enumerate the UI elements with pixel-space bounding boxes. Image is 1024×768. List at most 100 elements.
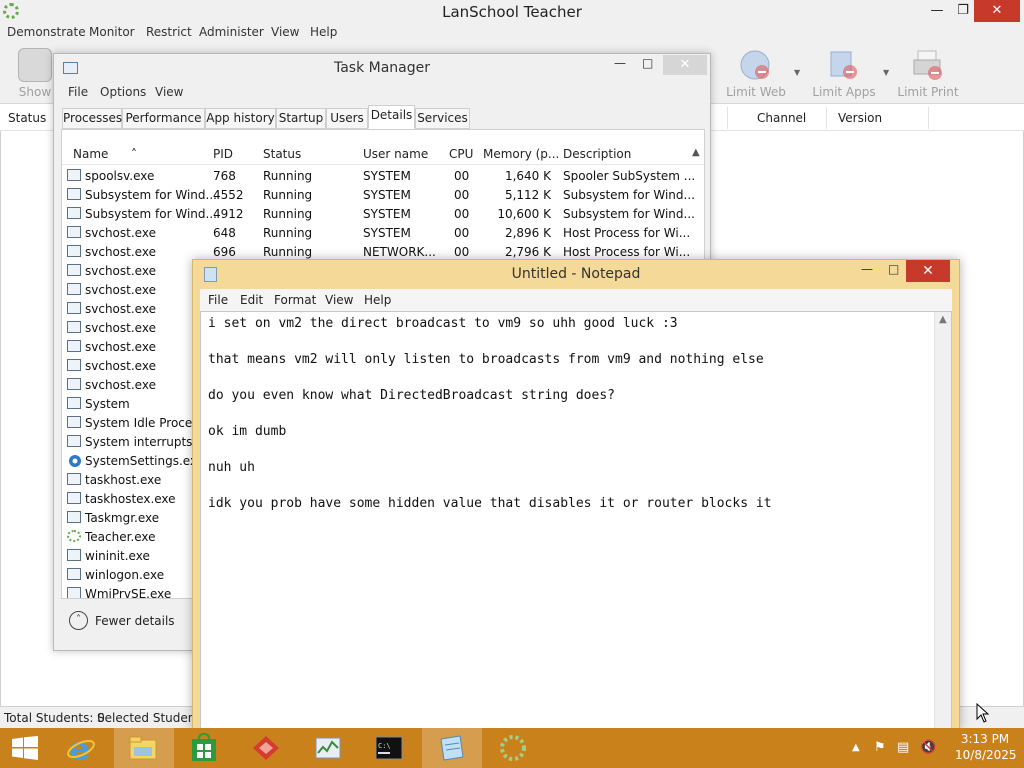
file-explorer-icon [129, 736, 157, 760]
cell-name: svchost.exe [85, 321, 156, 335]
limit-web-dropdown-icon[interactable]: ▼ [794, 68, 800, 77]
table-row[interactable]: svchost.exe 648 Running SYSTEM 00 2,896 K Host… [62, 224, 704, 243]
windows-logo-icon [12, 736, 38, 760]
np-menu-format[interactable]: Format [274, 293, 316, 307]
column-version[interactable]: Version [838, 111, 882, 125]
tab-details[interactable]: Details [368, 105, 415, 129]
table-row[interactable]: spoolsv.exe 768 Running SYSTEM 00 1,640 K Spoo… [62, 167, 704, 186]
start-button[interactable] [0, 728, 52, 768]
taskbar-command-prompt[interactable]: C:\ [360, 728, 420, 768]
limit-web-button[interactable]: Limit Web [724, 48, 788, 104]
lanschool-menubar: Demonstrate Monitor Restrict Administer … [0, 24, 1024, 44]
table-row[interactable]: Subsystem for Wind... 4552 Running SYSTEM 00… [62, 186, 704, 205]
cell-memory: 1,640 K [504, 169, 551, 183]
taskbar-notepad[interactable] [422, 728, 482, 768]
menu-demonstrate[interactable]: Demonstrate [7, 25, 86, 39]
taskbar-store[interactable] [175, 728, 235, 768]
process-window-icon [67, 397, 81, 409]
tab-performance[interactable]: Performance [122, 108, 205, 129]
chevron-up-icon[interactable]: ˄ [69, 611, 88, 630]
notepad-scrollbar[interactable]: ▲ [934, 312, 951, 730]
process-window-icon [67, 587, 81, 598]
menu-help[interactable]: Help [310, 25, 337, 39]
lanschool-close-button[interactable]: ✕ [974, 0, 1020, 22]
tab-users[interactable]: Users [326, 108, 368, 129]
scroll-up-icon[interactable]: ▲ [939, 314, 947, 325]
tm-menu-options[interactable]: Options [100, 85, 146, 99]
lanschool-window-title: LanSchool Teacher [442, 3, 582, 21]
task-manager-menubar: File Options View [54, 83, 710, 103]
limit-print-button[interactable]: Limit Print [896, 48, 960, 104]
limit-apps-dropdown-icon[interactable]: ▼ [883, 68, 889, 77]
process-window-icon [67, 378, 81, 390]
notepad-maximize-button[interactable]: □ [888, 262, 899, 276]
column-channel[interactable]: Channel [757, 111, 806, 125]
np-menu-file[interactable]: File [208, 293, 228, 307]
cell-description: Subsystem for Wind... [563, 188, 695, 202]
taskbar-file-explorer[interactable] [114, 728, 174, 768]
col-pid[interactable]: PID [213, 147, 233, 161]
np-menu-view[interactable]: View [325, 293, 353, 307]
cell-name: Teacher.exe [85, 530, 156, 544]
volume-muted-icon[interactable]: 🔇 [920, 740, 936, 755]
cell-name: taskhostex.exe [85, 492, 176, 506]
col-name[interactable]: Name [73, 147, 108, 161]
notepad-minimize-button[interactable]: — [861, 262, 873, 276]
task-manager-close-button[interactable]: ✕ [663, 55, 707, 75]
col-user-name[interactable]: User name [363, 147, 428, 161]
menu-monitor[interactable]: Monitor [89, 25, 135, 39]
fewer-details-link[interactable]: Fewer details [95, 614, 175, 628]
process-window-icon [67, 340, 81, 352]
tab-startup[interactable]: Startup [276, 108, 326, 129]
taskbar-internet-explorer[interactable]: e [52, 728, 112, 768]
menu-restrict[interactable]: Restrict [146, 25, 192, 39]
table-row[interactable]: Subsystem for Wind... 4912 Running SYSTEM 00… [62, 205, 704, 224]
notepad-titlebar[interactable]: Untitled - Notepad — □ ✕ [193, 260, 959, 289]
cell-name: Taskmgr.exe [85, 511, 160, 525]
cell-name: svchost.exe [85, 226, 156, 240]
cell-pid: 768 [213, 169, 236, 183]
col-status[interactable]: Status [263, 147, 301, 161]
show-button[interactable]: Show [14, 48, 56, 104]
col-description[interactable]: Description [563, 147, 631, 161]
notepad-text-area[interactable]: i set on vm2 the direct broadcast to vm9… [200, 311, 952, 731]
cell-user: NETWORK... [363, 245, 436, 259]
tab-processes[interactable]: Processes [62, 108, 122, 129]
limit-apps-button[interactable]: Limit Apps [811, 48, 877, 104]
lanschool-restore-button[interactable]: ❐ [950, 0, 976, 22]
tm-menu-file[interactable]: File [68, 85, 88, 99]
column-status[interactable]: Status [8, 111, 46, 125]
tab-services[interactable]: Services [415, 108, 470, 129]
show-hidden-icons-chevron-icon[interactable]: ▲ [852, 742, 860, 753]
tab-app-history[interactable]: App history [205, 108, 276, 129]
taskbar-lanschool-red[interactable] [237, 728, 297, 768]
system-clock[interactable]: 3:13 PM 10/8/2025 [955, 731, 1017, 763]
menu-administer[interactable]: Administer [199, 25, 264, 39]
notepad-close-button[interactable]: ✕ [906, 260, 950, 282]
process-window-icon [67, 549, 81, 561]
cell-name: System interrupts [85, 435, 193, 449]
taskbar-lanschool-teacher[interactable] [484, 728, 544, 768]
windows-taskbar: e C:\ ▲ ⚑ ▤ 🔇 3:13 PM 10/8/2025 [0, 728, 1024, 768]
lanschool-minimize-button[interactable]: — [924, 0, 950, 22]
col-memory[interactable]: Memory (p... [483, 147, 559, 161]
np-menu-edit[interactable]: Edit [240, 293, 263, 307]
cell-status: Running [263, 169, 313, 183]
col-cpu[interactable]: CPU [449, 147, 473, 161]
task-manager-minimize-button[interactable]: — [614, 56, 628, 70]
np-menu-help[interactable]: Help [364, 293, 391, 307]
menu-view[interactable]: View [271, 25, 299, 39]
network-icon[interactable]: ▤ [897, 740, 909, 755]
taskbar-task-manager[interactable] [299, 728, 359, 768]
limit-print-label: Limit Print [897, 85, 959, 99]
action-center-flag-icon[interactable]: ⚑ [874, 740, 886, 755]
task-manager-titlebar[interactable]: Task Manager — □ ✕ [54, 54, 710, 82]
cell-cpu: 00 [454, 207, 470, 221]
cell-name: SystemSettings.exe [85, 454, 205, 468]
tm-menu-view[interactable]: View [155, 85, 183, 99]
cell-user: SYSTEM [363, 207, 411, 221]
notepad-window[interactable]: Untitled - Notepad — □ ✕ File Edit Forma… [192, 259, 960, 731]
task-manager-maximize-button[interactable]: □ [642, 56, 656, 70]
internet-explorer-icon: e [67, 733, 95, 763]
task-manager-tabs: Processes Performance App history Startu… [62, 105, 702, 129]
